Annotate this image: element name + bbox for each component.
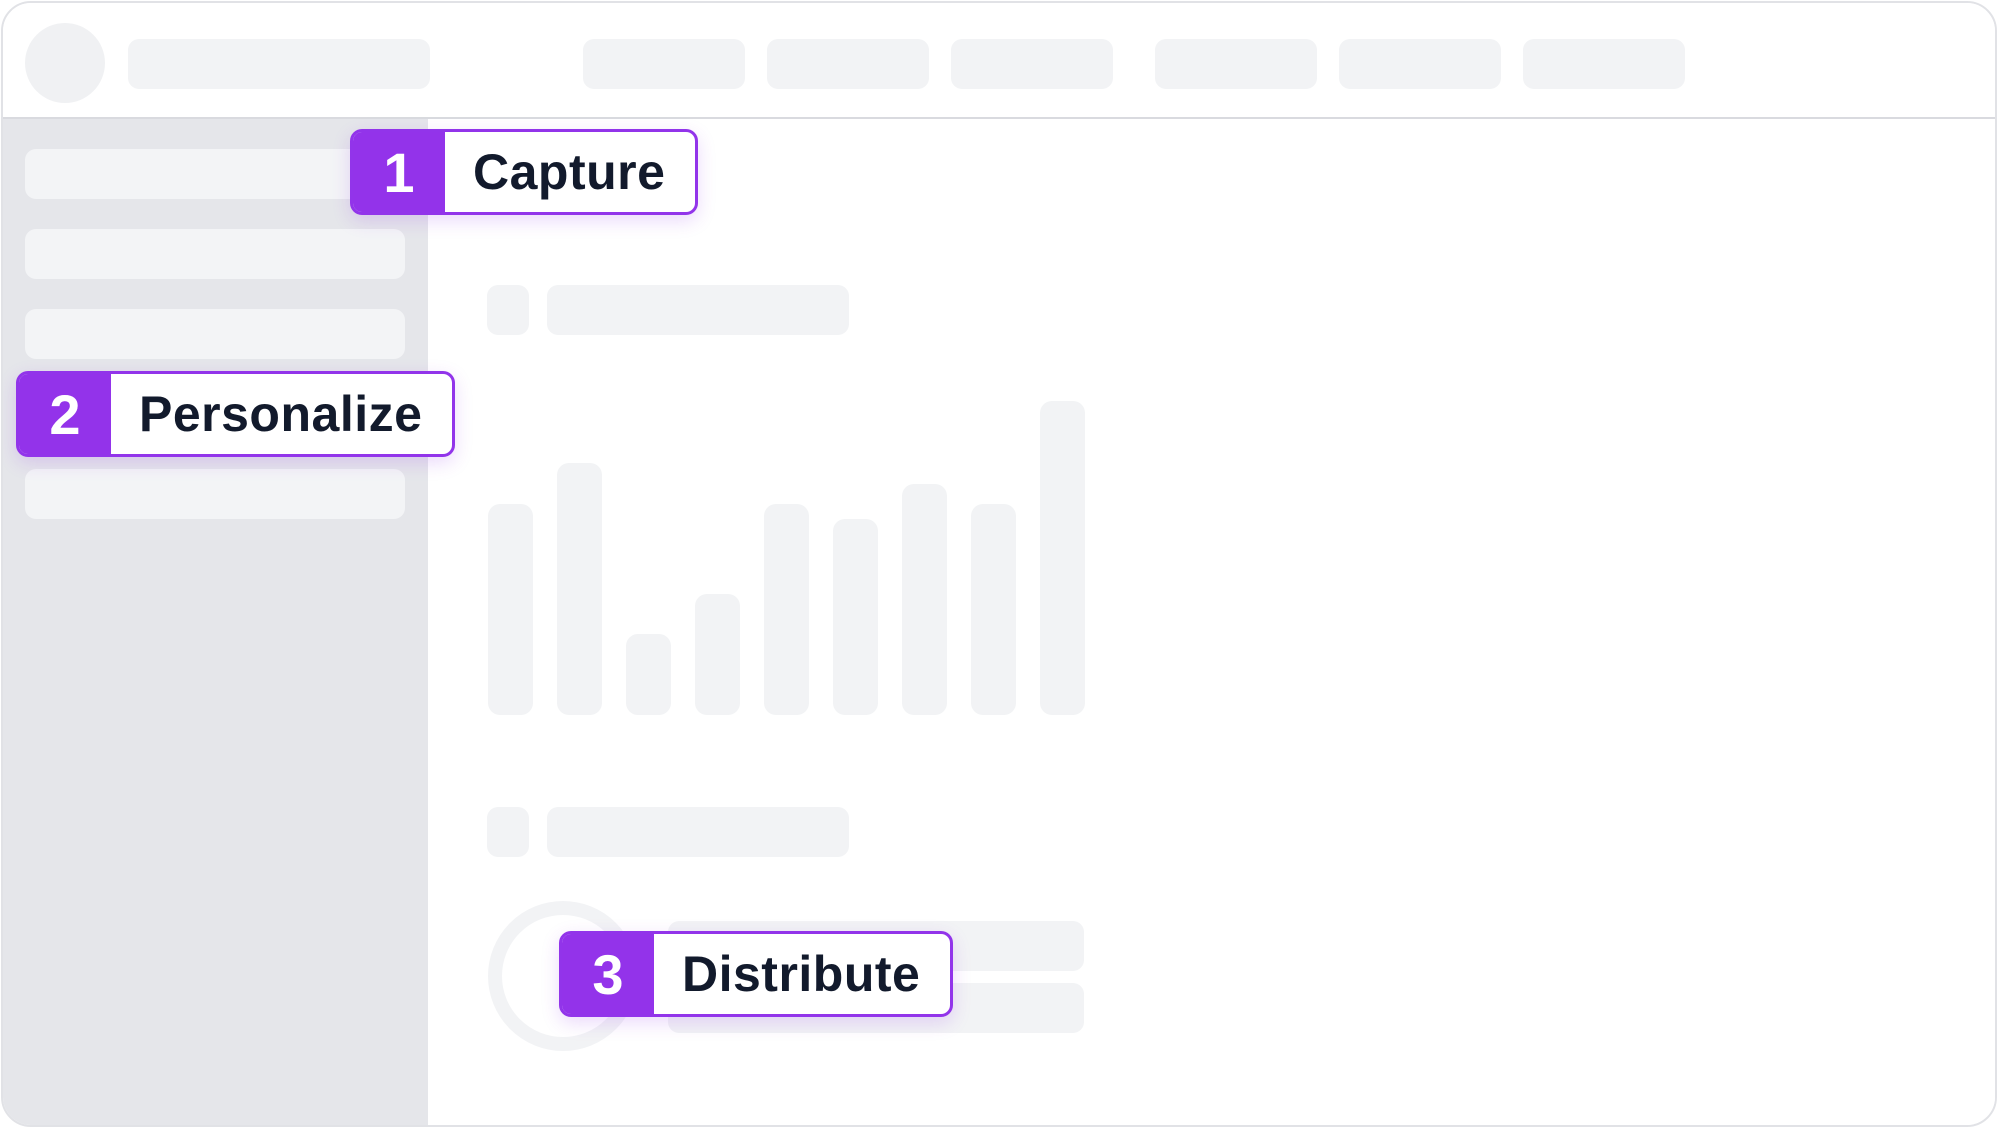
step-label: Distribute [682,946,921,1002]
section-title-placeholder-1 [547,285,849,335]
section-title-placeholder-2 [547,807,849,857]
bar-chart-placeholder [488,401,1088,715]
chart-bar [488,504,533,715]
nav-item-placeholder-5[interactable] [1339,39,1501,89]
nav-item-placeholder-1[interactable] [583,39,745,89]
step-label: Personalize [139,386,423,442]
step-number-badge: 1 [353,132,445,212]
chart-bar [833,519,878,715]
app-title-placeholder [128,39,430,89]
chart-bar [557,463,602,715]
sidebar [3,119,428,1125]
step-capture-callout: 1 Capture [350,129,699,215]
chart-bar [764,504,809,715]
sidebar-item-placeholder-3[interactable] [25,309,405,359]
nav-item-placeholder-4[interactable] [1155,39,1317,89]
step-distribute-callout: 3 Distribute [559,931,954,1017]
section-icon-placeholder-2 [487,807,529,857]
chart-bar [626,634,671,715]
step-number-badge: 3 [562,934,654,1014]
chart-bar [971,504,1016,715]
step-number-badge: 2 [19,374,111,454]
nav-item-placeholder-3[interactable] [951,39,1113,89]
nav-item-placeholder-2[interactable] [767,39,929,89]
top-navigation-bar [3,3,1995,119]
chart-bar [695,594,740,715]
sidebar-item-placeholder-5[interactable] [25,469,405,519]
nav-item-placeholder-6[interactable] [1523,39,1685,89]
chart-bar [1040,401,1085,715]
step-label: Capture [473,144,666,200]
sidebar-item-placeholder-1[interactable] [25,149,405,199]
app-window: 1 Capture 2 Personalize 3 Distribute [1,1,1997,1127]
step-personalize-callout: 2 Personalize [16,371,456,457]
chart-bar [902,484,947,715]
sidebar-item-placeholder-2[interactable] [25,229,405,279]
avatar[interactable] [25,23,105,103]
section-icon-placeholder-1 [487,285,529,335]
